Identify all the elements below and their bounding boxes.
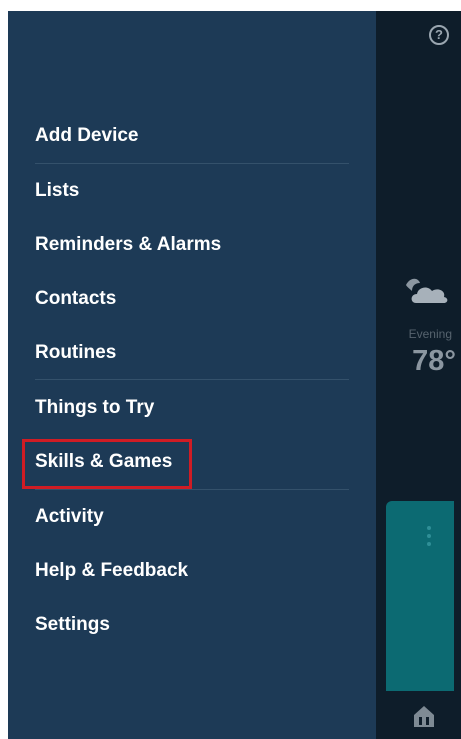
menu-item-lists[interactable]: Lists — [35, 171, 79, 211]
weather-period-label: Evening — [408, 327, 452, 341]
weather-temperature: 78° — [412, 345, 456, 377]
feature-card[interactable] — [386, 501, 454, 691]
app-screen: ? Evening 78° Add Device Lists Reminders… — [8, 11, 461, 739]
menu-item-help-feedback[interactable]: Help & Feedback — [35, 551, 188, 591]
divider — [35, 163, 349, 164]
menu-item-settings[interactable]: Settings — [35, 605, 110, 645]
highlight-annotation — [22, 439, 192, 489]
more-options-icon[interactable] — [426, 526, 432, 550]
menu-item-contacts[interactable]: Contacts — [35, 279, 116, 319]
menu-item-add-device[interactable]: Add Device — [35, 116, 138, 156]
menu-item-routines[interactable]: Routines — [35, 333, 116, 373]
partly-cloudy-night-icon — [406, 278, 448, 303]
navigation-drawer: Add Device Lists Reminders & Alarms Cont… — [8, 11, 376, 739]
menu-item-things-to-try[interactable]: Things to Try — [35, 388, 154, 428]
menu-item-activity[interactable]: Activity — [35, 497, 104, 537]
help-icon[interactable]: ? — [429, 25, 449, 45]
devices-home-icon[interactable] — [411, 703, 437, 729]
divider — [35, 379, 349, 380]
menu-item-reminders-alarms[interactable]: Reminders & Alarms — [35, 225, 221, 265]
divider — [35, 489, 349, 490]
